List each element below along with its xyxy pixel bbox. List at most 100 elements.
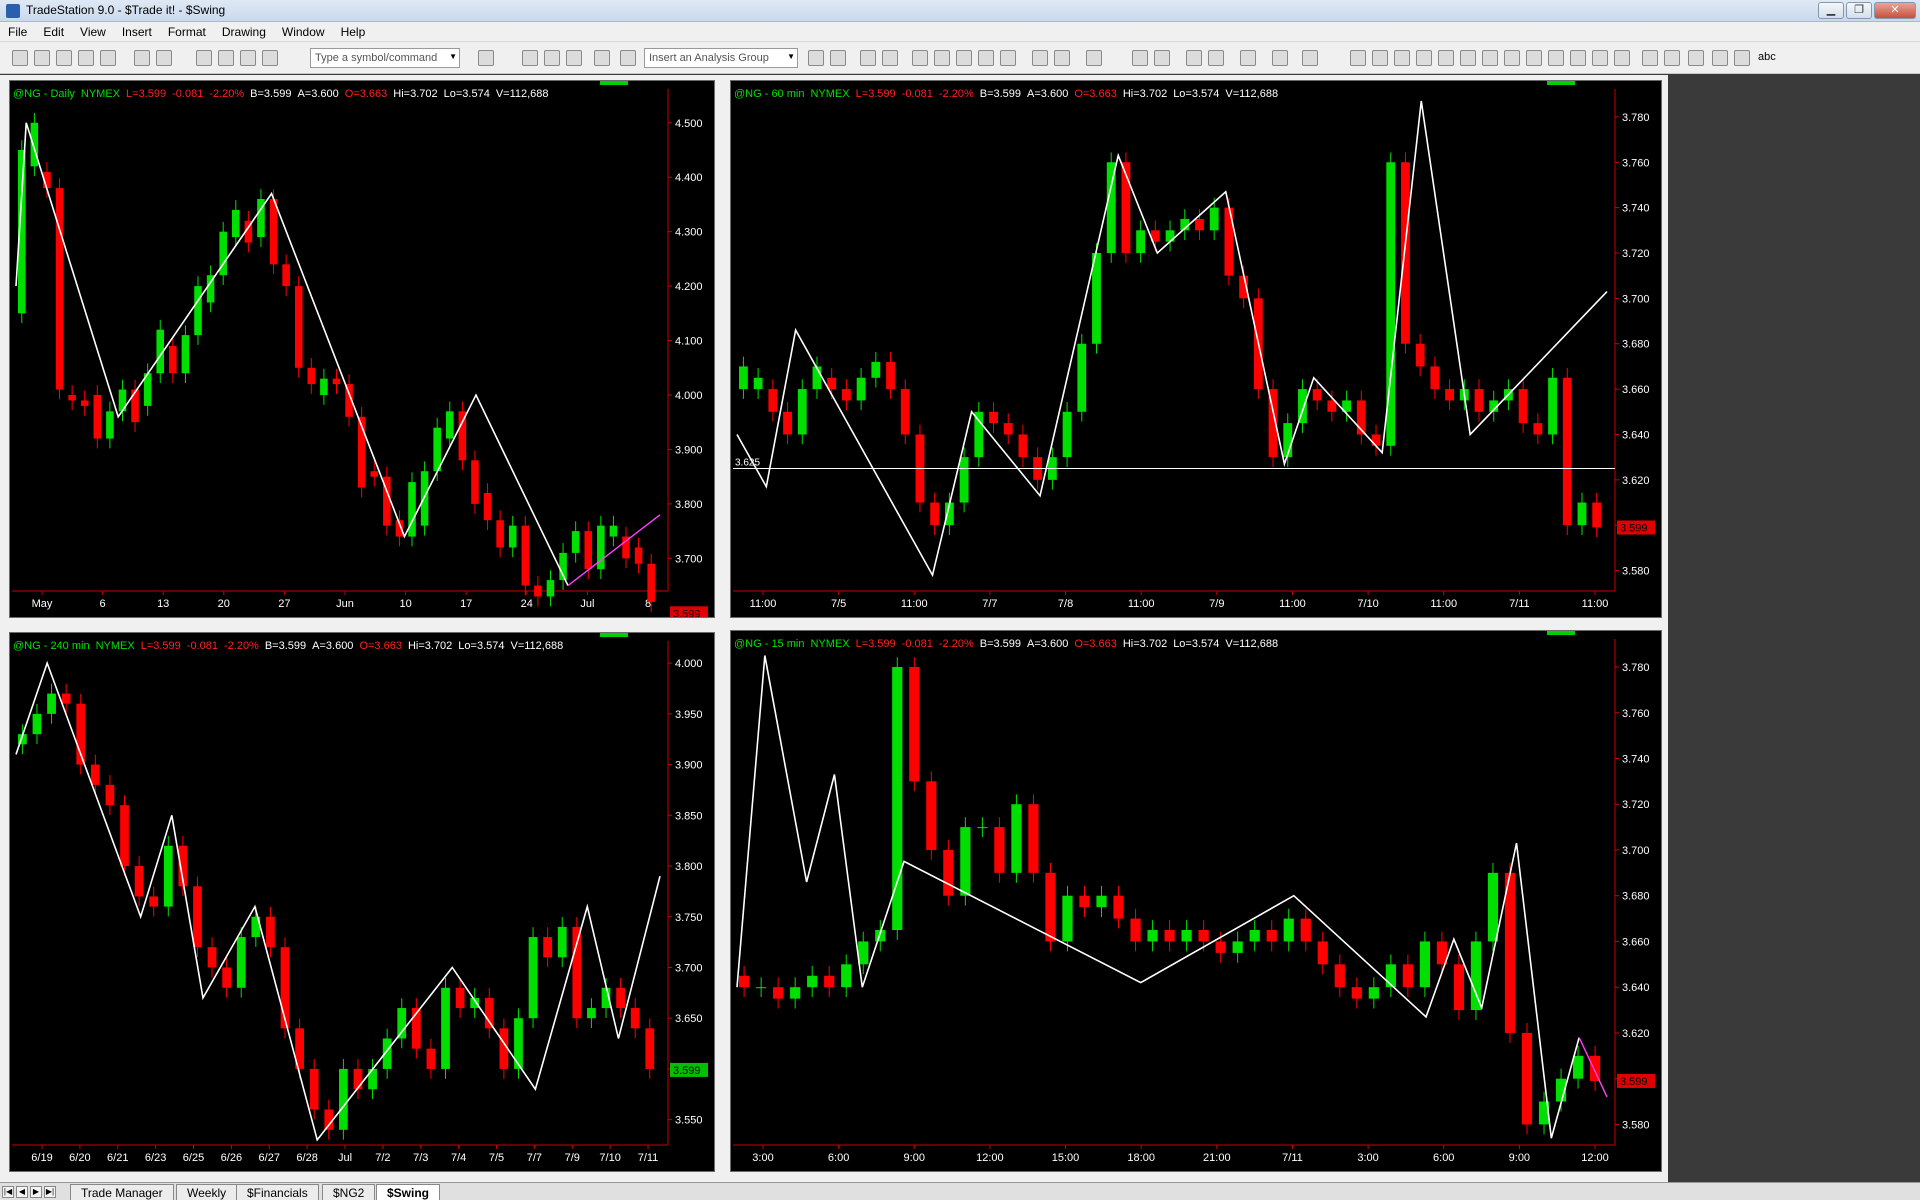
minimize-button[interactable]: ▁ — [1818, 2, 1844, 19]
arrow-up-blue-icon[interactable] — [1688, 50, 1704, 66]
scroll-handle — [1547, 631, 1575, 635]
gann-icon[interactable] — [1592, 50, 1608, 66]
export-icon[interactable] — [1302, 50, 1318, 66]
tab-ng2[interactable]: $NG2 — [322, 1184, 376, 1200]
candle-body — [1572, 1055, 1584, 1079]
window-link-icon[interactable] — [1272, 50, 1288, 66]
matrix-icon[interactable] — [566, 50, 582, 66]
time-tick-label: 6:00 — [1433, 1152, 1454, 1164]
time-tick-label: 7/8 — [1058, 598, 1073, 610]
brush-icon[interactable] — [1614, 50, 1630, 66]
tab-weekly[interactable]: Weekly — [176, 1184, 238, 1200]
print-icon[interactable] — [134, 50, 150, 66]
strategy-icon[interactable] — [830, 50, 846, 66]
next-tab-icon[interactable]: ▶ — [30, 1186, 42, 1198]
tab-trade-manager[interactable]: Trade Manager — [70, 1184, 174, 1200]
tab-financials[interactable]: $Financials — [236, 1184, 319, 1200]
retracement-icon[interactable] — [1504, 50, 1520, 66]
price-tick-label: 3.580 — [1622, 566, 1650, 578]
vertical-lines-icon[interactable] — [1372, 50, 1388, 66]
price-tick-label: 3.900 — [675, 760, 703, 772]
window-icon[interactable] — [196, 50, 212, 66]
candle-body — [483, 493, 492, 521]
menu-insert[interactable]: Insert — [114, 22, 160, 39]
range-icon[interactable] — [1054, 50, 1070, 66]
tab-swing[interactable]: $Swing — [376, 1184, 441, 1200]
symbol-input[interactable]: Type a symbol/command ▼ — [310, 48, 460, 68]
save-icon[interactable] — [56, 50, 72, 66]
hammer-icon[interactable] — [1240, 50, 1256, 66]
prev-tab-icon[interactable]: ◀ — [16, 1186, 28, 1198]
arc-icon[interactable] — [1438, 50, 1454, 66]
menu-edit[interactable]: Edit — [35, 22, 72, 39]
zoom-in-icon[interactable] — [1132, 50, 1148, 66]
candle-body — [756, 987, 767, 989]
ellipse-icon[interactable] — [1712, 50, 1728, 66]
menu-file[interactable]: File — [0, 22, 35, 39]
data-icon[interactable] — [912, 50, 928, 66]
pitchfork-icon[interactable] — [1570, 50, 1586, 66]
candle-body — [926, 781, 937, 850]
symbol-lookup-icon[interactable] — [478, 50, 494, 66]
print-preview-icon[interactable] — [156, 50, 172, 66]
menu-help[interactable]: Help — [333, 22, 374, 39]
text-tool[interactable]: abc — [1758, 51, 1776, 63]
scroll-handle — [600, 81, 628, 85]
order-icon[interactable] — [620, 50, 636, 66]
candle-body — [1079, 895, 1090, 908]
menu-window[interactable]: Window — [274, 22, 333, 39]
rectangle-icon[interactable] — [1734, 50, 1750, 66]
horizontal-lines-icon[interactable] — [1394, 50, 1410, 66]
trendline-icon[interactable] — [1350, 50, 1366, 66]
menu-view[interactable]: View — [72, 22, 114, 39]
properties-icon[interactable] — [882, 50, 898, 66]
chart-daily[interactable]: @NG - Daily NYMEX L=3.599 -0.081 -2.20% B=3.5… — [9, 80, 715, 618]
chart-15min[interactable]: @NG - 15 min NYMEX L=3.599 -0.081 -2.20% B=3.… — [730, 630, 1662, 1172]
folder-icon[interactable] — [100, 50, 116, 66]
color-icon[interactable] — [1086, 50, 1102, 66]
radar-icon[interactable] — [544, 50, 560, 66]
chart-240min[interactable]: @NG - 240 min NYMEX L=3.599 -0.081 -2.20% B=3… — [9, 632, 715, 1172]
ohlc-icon[interactable] — [1032, 50, 1048, 66]
bar-chart-icon[interactable] — [956, 50, 972, 66]
drag-icon[interactable] — [1208, 50, 1224, 66]
open-icon[interactable] — [34, 50, 50, 66]
first-tab-icon[interactable]: |◀ — [2, 1186, 14, 1198]
candle-body — [508, 525, 517, 548]
indicator-icon[interactable] — [808, 50, 824, 66]
scan-icon[interactable] — [934, 50, 950, 66]
candle-red-icon[interactable] — [1000, 50, 1016, 66]
time-zone-icon[interactable] — [1548, 50, 1564, 66]
candle-body — [1045, 872, 1056, 942]
palette-icon[interactable] — [262, 50, 278, 66]
lock-icon[interactable] — [240, 50, 256, 66]
menu-drawing[interactable]: Drawing — [214, 22, 274, 39]
swing-line — [736, 100, 1608, 578]
candle-body — [294, 286, 303, 368]
last-tab-icon[interactable]: ▶| — [44, 1186, 56, 1198]
new-icon[interactable] — [12, 50, 28, 66]
copy-icon[interactable] — [78, 50, 94, 66]
candle-icon[interactable] — [978, 50, 994, 66]
analysis-group-input[interactable]: Insert an Analysis Group ▼ — [644, 48, 798, 68]
fan-icon[interactable] — [1460, 50, 1476, 66]
time-tick-label: 6:00 — [828, 1152, 849, 1164]
cascade-icon[interactable] — [218, 50, 234, 66]
candle-body — [1419, 941, 1430, 988]
menu-format[interactable]: Format — [160, 22, 214, 39]
fib-icon[interactable] — [1526, 50, 1542, 66]
arrow-up-icon[interactable] — [1642, 50, 1658, 66]
chart-60min[interactable]: @NG - 60 min NYMEX L=3.599 -0.081 -2.20% B=3.… — [730, 80, 1662, 618]
format-icon[interactable] — [860, 50, 876, 66]
channel-icon[interactable] — [1416, 50, 1432, 66]
option-icon[interactable] — [594, 50, 610, 66]
candle-body — [1504, 872, 1516, 1033]
arrow-down-icon[interactable] — [1664, 50, 1680, 66]
candle-body — [80, 400, 89, 406]
zoom-out-icon[interactable] — [1154, 50, 1170, 66]
pointer-icon[interactable] — [1186, 50, 1202, 66]
maximize-button[interactable]: ❐ — [1846, 2, 1872, 19]
speed-lines-icon[interactable] — [1482, 50, 1498, 66]
chart-icon[interactable] — [522, 50, 538, 66]
close-button[interactable]: ✕ — [1874, 2, 1916, 19]
